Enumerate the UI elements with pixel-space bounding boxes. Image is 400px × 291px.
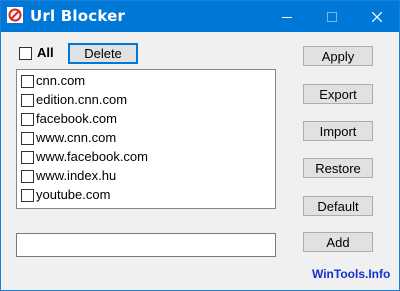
list-item[interactable]: youtube.com bbox=[17, 185, 275, 204]
url-blocker-window: Url Blocker All Delete cnn.com edition.c… bbox=[0, 0, 400, 291]
minimize-icon bbox=[281, 16, 292, 18]
item-label: www.index.hu bbox=[36, 168, 117, 183]
select-all-checkbox[interactable] bbox=[19, 47, 32, 60]
item-label: cnn.com bbox=[36, 73, 86, 88]
item-checkbox[interactable] bbox=[21, 132, 34, 145]
item-checkbox[interactable] bbox=[21, 75, 34, 88]
apply-button[interactable]: Apply bbox=[303, 46, 373, 66]
delete-button[interactable]: Delete bbox=[68, 43, 138, 64]
item-label: edition.cnn.com bbox=[36, 92, 128, 107]
list-item[interactable]: www.cnn.com bbox=[17, 128, 275, 147]
list-item[interactable]: cnn.com bbox=[17, 71, 275, 90]
list-item[interactable]: www.index.hu bbox=[17, 166, 275, 185]
item-checkbox[interactable] bbox=[21, 94, 34, 107]
item-label: www.facebook.com bbox=[36, 149, 148, 164]
url-list[interactable]: cnn.com edition.cnn.com facebook.com www… bbox=[16, 69, 276, 209]
export-button[interactable]: Export bbox=[303, 84, 373, 104]
list-item[interactable]: facebook.com bbox=[17, 109, 275, 128]
close-button[interactable] bbox=[354, 1, 399, 32]
item-label: www.cnn.com bbox=[36, 130, 117, 145]
maximize-button[interactable] bbox=[309, 1, 354, 32]
title-bar[interactable]: Url Blocker bbox=[1, 1, 399, 32]
item-checkbox[interactable] bbox=[21, 189, 34, 202]
restore-button[interactable]: Restore bbox=[303, 158, 373, 178]
list-item[interactable]: edition.cnn.com bbox=[17, 90, 275, 109]
close-icon bbox=[371, 11, 382, 22]
default-button[interactable]: Default bbox=[303, 196, 373, 216]
list-item[interactable]: www.facebook.com bbox=[17, 147, 275, 166]
maximize-icon bbox=[326, 11, 337, 22]
window-title: Url Blocker bbox=[30, 7, 126, 25]
item-checkbox[interactable] bbox=[21, 170, 34, 183]
add-button[interactable]: Add bbox=[303, 232, 373, 252]
import-button[interactable]: Import bbox=[303, 121, 373, 141]
item-label: facebook.com bbox=[36, 111, 117, 126]
brand-link[interactable]: WinTools.Info bbox=[312, 267, 390, 281]
select-all-label: All bbox=[37, 45, 54, 60]
item-checkbox[interactable] bbox=[21, 113, 34, 126]
item-checkbox[interactable] bbox=[21, 151, 34, 164]
item-label: youtube.com bbox=[36, 187, 111, 202]
url-input[interactable] bbox=[16, 233, 276, 257]
minimize-button[interactable] bbox=[264, 1, 309, 32]
block-icon bbox=[7, 7, 23, 23]
